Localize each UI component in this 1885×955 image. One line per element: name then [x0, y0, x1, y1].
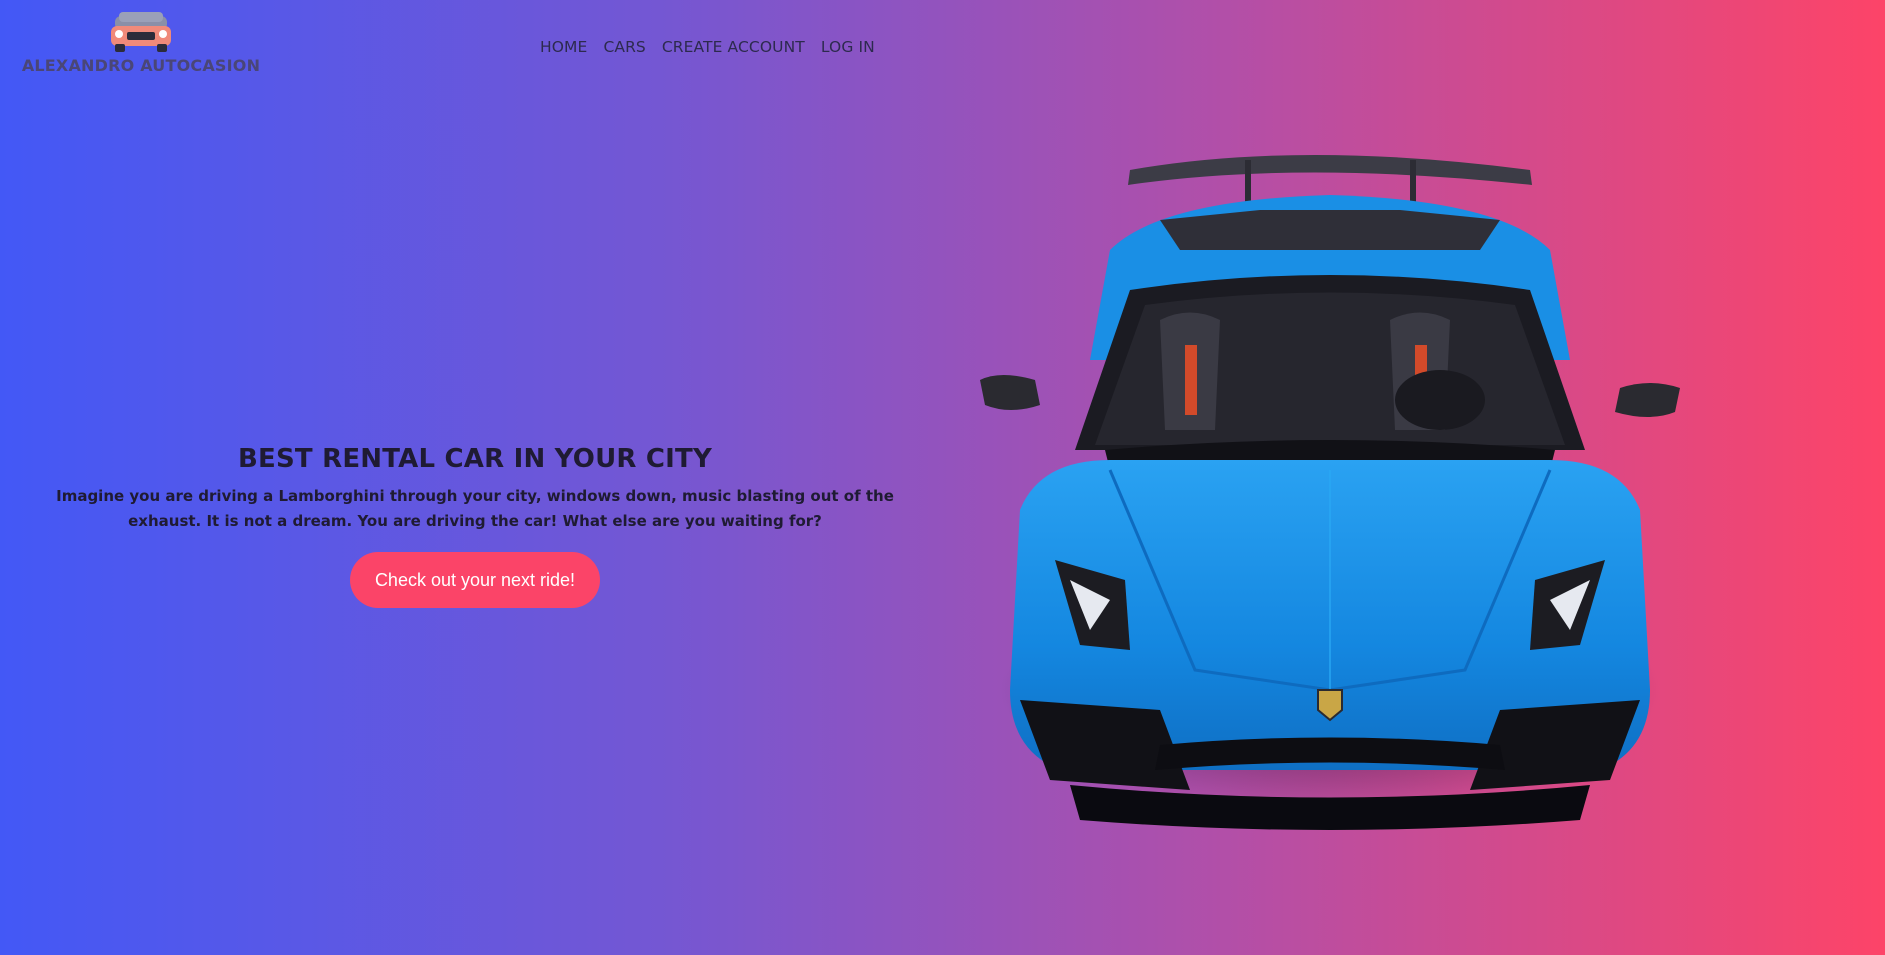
check-out-ride-button[interactable]: Check out your next ride! — [350, 552, 600, 608]
nav-home-link[interactable]: HOME — [540, 38, 587, 56]
hero-section: BEST RENTAL CAR IN YOUR CITY Imagine you… — [25, 444, 925, 608]
hero-title: BEST RENTAL CAR IN YOUR CITY — [238, 444, 712, 474]
hero-car-image — [960, 130, 1700, 890]
car-logo-icon — [111, 12, 171, 52]
main-nav: HOME CARS CREATE ACCOUNT LOG IN — [540, 38, 875, 56]
brand-name: ALEXANDRO AUTOCASION — [21, 56, 261, 75]
nav-cars-link[interactable]: CARS — [603, 38, 645, 56]
nav-login-link[interactable]: LOG IN — [821, 38, 875, 56]
blue-sports-car-image — [980, 155, 1680, 830]
brand[interactable]: ALEXANDRO AUTOCASION — [22, 10, 260, 75]
nav-create-account-link[interactable]: CREATE ACCOUNT — [662, 38, 805, 56]
hero-description: Imagine you are driving a Lamborghini th… — [56, 487, 894, 530]
